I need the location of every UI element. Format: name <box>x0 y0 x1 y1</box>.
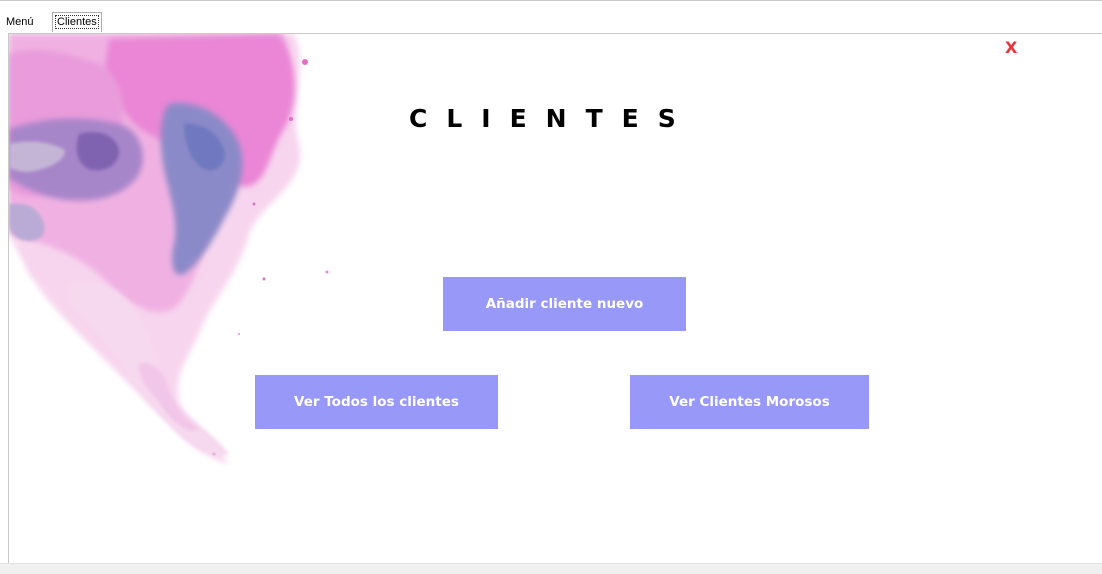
tab-bar: Menú Clientes <box>0 0 1102 34</box>
status-bar <box>0 563 1102 574</box>
view-overdue-clients-label: Ver Clientes Morosos <box>669 394 830 410</box>
tab-clientes-label: Clientes <box>55 15 99 29</box>
tab-menu-label: Menú <box>6 16 34 28</box>
left-border <box>0 34 8 574</box>
app-window: Menú Clientes X CLIENTES Añadir cliente … <box>0 0 1102 574</box>
page-title: CLIENTES <box>409 104 695 133</box>
view-all-clients-button[interactable]: Ver Todos los clientes <box>255 375 498 429</box>
add-client-button[interactable]: Añadir cliente nuevo <box>443 277 686 331</box>
close-button[interactable]: X <box>1005 38 1017 57</box>
tab-clientes[interactable]: Clientes <box>52 12 102 32</box>
tab-menu[interactable]: Menú <box>3 13 37 32</box>
view-all-clients-label: Ver Todos los clientes <box>294 394 459 410</box>
clientes-panel: X CLIENTES Añadir cliente nuevo Ver Todo… <box>8 33 1102 563</box>
view-overdue-clients-button[interactable]: Ver Clientes Morosos <box>630 375 869 429</box>
add-client-label: Añadir cliente nuevo <box>485 296 644 312</box>
